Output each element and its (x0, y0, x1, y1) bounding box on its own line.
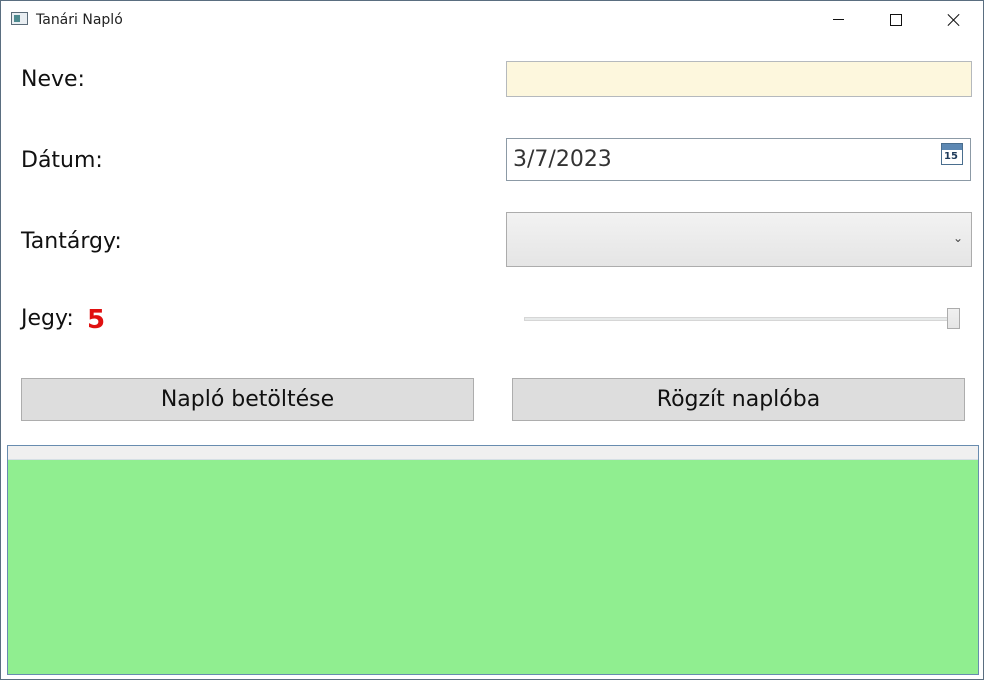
title-bar[interactable]: Tanári Napló (1, 1, 983, 38)
maximize-icon (890, 13, 902, 26)
journal-data-grid[interactable] (7, 445, 979, 675)
save-to-journal-button[interactable]: Rögzít naplóba (512, 378, 965, 421)
name-label: Neve: (21, 67, 85, 92)
grid-header (8, 446, 978, 460)
grade-slider[interactable] (524, 306, 960, 332)
calendar-day: 15 (944, 151, 958, 162)
chevron-down-icon[interactable]: ⌄ (953, 231, 963, 245)
app-window-icon (11, 12, 28, 25)
close-icon (947, 13, 961, 27)
date-picker[interactable]: 3/7/2023 15 (506, 138, 971, 181)
subject-label: Tantárgy: (21, 229, 122, 254)
date-label: Dátum: (21, 148, 103, 173)
main-window: Tanári Napló Neve: Dátum: 3/7/2023 15 Ta… (0, 0, 984, 680)
name-input[interactable] (506, 61, 972, 97)
slider-thumb[interactable] (947, 308, 960, 329)
subject-combobox[interactable]: ⌄ (506, 212, 972, 267)
window-title: Tanári Napló (36, 12, 123, 28)
minimize-icon (832, 19, 844, 20)
slider-track[interactable] (524, 317, 960, 321)
grade-value: 5 (87, 305, 106, 335)
load-journal-button[interactable]: Napló betöltése (21, 378, 474, 421)
date-value[interactable]: 3/7/2023 (513, 147, 612, 172)
calendar-icon[interactable]: 15 (941, 143, 963, 165)
grade-label: Jegy: (21, 306, 74, 331)
maximize-button[interactable] (867, 1, 925, 38)
close-button[interactable] (925, 1, 983, 38)
minimize-button[interactable] (809, 1, 867, 38)
